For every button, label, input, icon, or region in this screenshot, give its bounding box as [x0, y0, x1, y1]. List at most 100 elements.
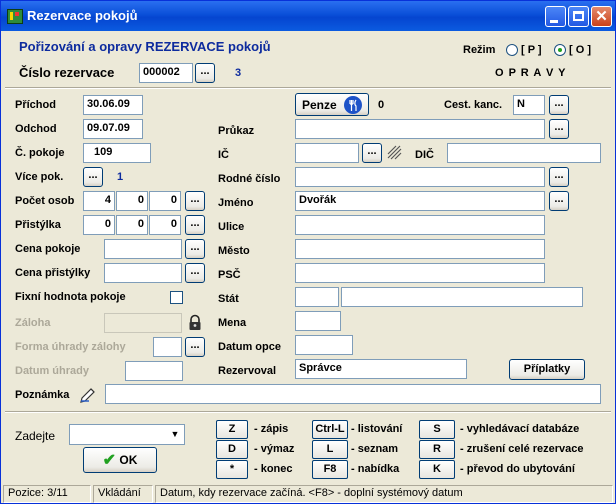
ic-button[interactable]: ...: [362, 143, 382, 163]
cena-pokoje-label: Cena pokoje: [15, 243, 81, 255]
pokoj-field[interactable]: 109: [83, 143, 151, 163]
minimize-button[interactable]: [545, 6, 566, 27]
pristylka-field-3[interactable]: 0: [149, 215, 181, 235]
key-s-button[interactable]: S: [419, 420, 455, 439]
odchod-label: Odchod: [15, 123, 57, 135]
psc-field[interactable]: [295, 263, 545, 283]
key-d-button[interactable]: D: [216, 440, 248, 459]
cest-kanc-field[interactable]: N: [513, 95, 545, 115]
zadejte-label-text: Zadejte: [15, 429, 56, 443]
rezim-o-radio[interactable]: [554, 44, 566, 56]
mesto-field[interactable]: [295, 239, 545, 259]
key-k-button[interactable]: K: [419, 460, 455, 479]
jmeno-button[interactable]: ...: [549, 191, 569, 211]
priplatky-button[interactable]: Příplatky: [509, 359, 585, 380]
cena-pokoje-button[interactable]: ...: [185, 239, 205, 259]
forma-uhrady-field[interactable]: [153, 337, 182, 357]
stat-label: Stát: [218, 293, 239, 305]
vice-pok-button[interactable]: ...: [83, 167, 103, 187]
prichod-field[interactable]: 30.06.09: [83, 95, 143, 115]
pocet-osob-label: Počet osob: [15, 195, 75, 207]
pocet-osob-field-1[interactable]: 4: [83, 191, 115, 211]
key-star-button[interactable]: *: [216, 460, 248, 479]
key-star-label: - konec: [254, 463, 293, 475]
cislo-rezervace-field[interactable]: 000002: [139, 63, 193, 83]
maximize-button[interactable]: [568, 6, 589, 27]
key-z-label: - zápis: [254, 423, 289, 435]
datum-opce-field[interactable]: [295, 335, 353, 355]
key-r-button[interactable]: R: [419, 440, 455, 459]
rodne-cislo-field[interactable]: [295, 167, 545, 187]
maximize-icon: [573, 11, 584, 21]
zadejte-combobox[interactable]: ▼: [69, 424, 185, 445]
cena-pristylky-button[interactable]: ...: [185, 263, 205, 283]
penze-button-label: Penze: [302, 98, 337, 112]
poznamka-field[interactable]: [105, 384, 601, 404]
reservation-window: Rezervace pokojů ✕ Pořizování a opravy R…: [0, 0, 616, 504]
cena-pristylky-label: Cena přistýlky: [15, 267, 91, 279]
key-ctrl-l-button[interactable]: Ctrl-L: [312, 420, 348, 439]
key-f8-button[interactable]: F8: [312, 460, 348, 479]
penze-button[interactable]: Penze: [295, 93, 369, 116]
dic-field[interactable]: [447, 143, 601, 163]
stat-code-field[interactable]: [295, 287, 339, 307]
key-r-label: - zrušení celé rezervace: [460, 443, 584, 455]
pristylka-field-1[interactable]: 0: [83, 215, 115, 235]
close-button[interactable]: ✕: [591, 6, 612, 27]
prukaz-field[interactable]: [295, 119, 545, 139]
pen-icon[interactable]: [79, 384, 99, 404]
fixni-hodnota-label: Fixní hodnota pokoje: [15, 291, 126, 303]
prukaz-label: Průkaz: [218, 125, 255, 137]
mena-label: Mena: [218, 317, 247, 329]
ic-field[interactable]: [295, 143, 359, 163]
ulice-field[interactable]: [295, 215, 545, 235]
cest-kanc-label: Cest. kanc.: [444, 99, 503, 111]
odchod-field[interactable]: 09.07.09: [83, 119, 143, 139]
hatch-icon[interactable]: [386, 144, 404, 162]
datum-uhrady-label: Datum úhrady: [15, 365, 89, 377]
cena-pristylky-field[interactable]: [104, 263, 182, 283]
fixni-hodnota-checkbox[interactable]: [170, 291, 183, 304]
header-divider: [5, 87, 611, 89]
prukaz-button[interactable]: ...: [549, 119, 569, 139]
window-title: Rezervace pokojů: [27, 8, 138, 23]
jmeno-field[interactable]: Dvořák: [295, 191, 545, 211]
lock-icon[interactable]: [186, 314, 204, 332]
ulice-label: Ulice: [218, 221, 245, 233]
vice-pok-count: 1: [117, 171, 124, 183]
pocet-osob-field-3[interactable]: 0: [149, 191, 181, 211]
vice-pok-label: Více pok.: [15, 171, 64, 183]
datum-uhrady-field[interactable]: [125, 361, 183, 381]
cislo-rezervace-browse-button[interactable]: ...: [195, 63, 215, 83]
zaloha-field[interactable]: [104, 313, 182, 333]
key-z-button[interactable]: Z: [216, 420, 248, 439]
pocet-osob-field-2[interactable]: 0: [116, 191, 148, 211]
pristylka-button[interactable]: ...: [185, 215, 205, 235]
key-l-button[interactable]: L: [312, 440, 348, 459]
key-s-label: - vyhledávací databáze: [460, 423, 580, 435]
status-mode: Vkládání: [93, 485, 153, 503]
ok-button[interactable]: ✔ OK: [83, 447, 157, 473]
pristylka-field-2[interactable]: 0: [116, 215, 148, 235]
forma-uhrady-button[interactable]: ...: [185, 337, 205, 357]
rezervoval-field[interactable]: Správce: [295, 359, 467, 379]
key-k-label: - převod do ubytování: [460, 463, 575, 475]
stat-name-field[interactable]: [341, 287, 583, 307]
rezim-p-radio[interactable]: [506, 44, 518, 56]
ok-button-label: OK: [119, 453, 138, 467]
title-bar: Rezervace pokojů ✕: [1, 1, 615, 31]
cest-kanc-button[interactable]: ...: [549, 95, 569, 115]
rezim-p-label: [ P ]: [521, 44, 542, 56]
dropdown-arrow-icon[interactable]: ▼: [167, 426, 183, 443]
pristylka-label: Přistýlka: [15, 219, 61, 231]
cislo-rezervace-label: Číslo rezervace: [19, 65, 115, 80]
rezim-label: Režim: [463, 44, 496, 56]
cislo-rezervace-count: 3: [235, 67, 242, 79]
mena-field[interactable]: [295, 311, 341, 331]
form-subtitle: Pořizování a opravy REZERVACE pokojů: [19, 39, 271, 54]
mesto-label: Město: [218, 245, 250, 257]
pocet-osob-button[interactable]: ...: [185, 191, 205, 211]
rodne-cislo-button[interactable]: ...: [549, 167, 569, 187]
cena-pokoje-field[interactable]: [104, 239, 182, 259]
key-f8-label: - nabídka: [351, 463, 400, 475]
